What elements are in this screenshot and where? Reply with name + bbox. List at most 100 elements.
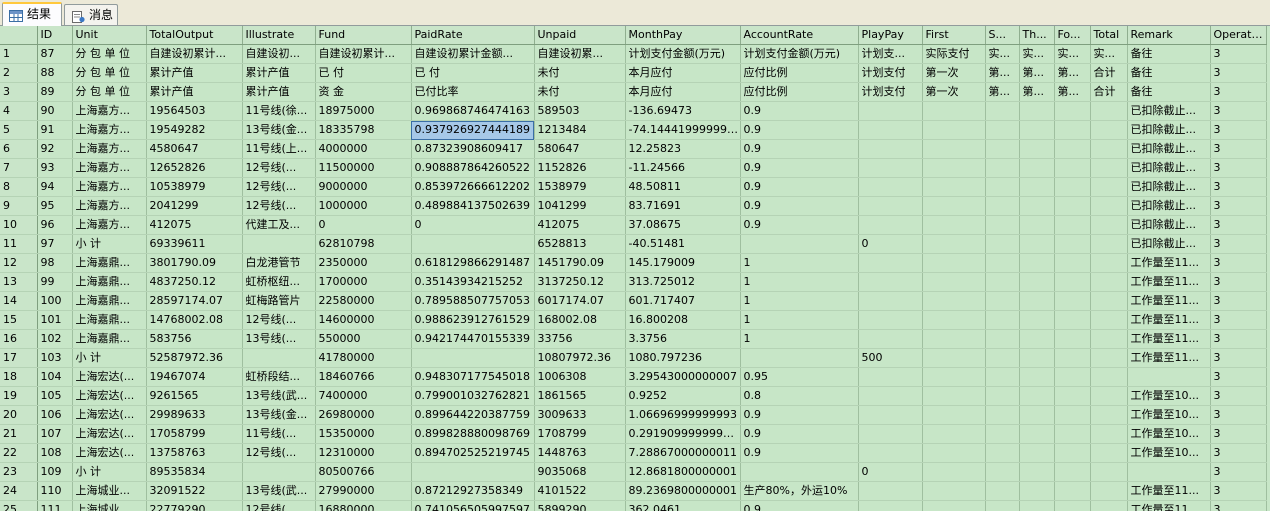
cell[interactable]: [922, 462, 986, 482]
cell[interactable]: 1451790.09: [534, 253, 626, 273]
cell[interactable]: 12号线(...: [242, 500, 316, 511]
cell[interactable]: 累计产值: [146, 63, 243, 83]
cell[interactable]: 11号线(上...: [242, 139, 316, 159]
cell[interactable]: 69339611: [146, 234, 243, 254]
cell[interactable]: 0.942174470155339: [411, 329, 535, 349]
cell[interactable]: 0: [858, 462, 923, 482]
cell[interactable]: 22779290: [146, 500, 243, 511]
cell[interactable]: 18975000: [315, 101, 412, 121]
column-header-totaloutput[interactable]: TotalOutput: [146, 26, 243, 45]
cell[interactable]: [1054, 158, 1091, 178]
cell[interactable]: 工作量至10...: [1127, 443, 1211, 463]
cell[interactable]: [922, 158, 986, 178]
cell[interactable]: 0.291909999999963: [625, 424, 741, 444]
cell[interactable]: 工作量至11...: [1127, 253, 1211, 273]
cell[interactable]: 上海嘉方...: [72, 196, 147, 216]
cell[interactable]: 111: [37, 500, 73, 511]
cell[interactable]: [1090, 196, 1128, 216]
cell[interactable]: [411, 462, 535, 482]
cell[interactable]: 上海嘉鼎...: [72, 272, 147, 292]
cell[interactable]: 实...: [1019, 44, 1055, 64]
cell[interactable]: 12号线(...: [242, 177, 316, 197]
cell[interactable]: 11号线(...: [242, 424, 316, 444]
column-header-remark[interactable]: Remark: [1127, 26, 1211, 45]
cell[interactable]: [740, 234, 859, 254]
cell[interactable]: 3: [1210, 310, 1267, 330]
cell[interactable]: 3: [1210, 82, 1267, 102]
cell[interactable]: 自建设初累...: [534, 44, 626, 64]
cell[interactable]: 1448763: [534, 443, 626, 463]
cell[interactable]: 上海嘉鼎...: [72, 291, 147, 311]
cell[interactable]: [1054, 481, 1091, 501]
cell[interactable]: 589503: [534, 101, 626, 121]
cell[interactable]: [1019, 424, 1055, 444]
cell[interactable]: 第...: [985, 63, 1020, 83]
cell[interactable]: 102: [37, 329, 73, 349]
cell[interactable]: [1019, 101, 1055, 121]
cell[interactable]: 3: [1210, 44, 1267, 64]
cell[interactable]: [1019, 272, 1055, 292]
cell[interactable]: 87: [37, 44, 73, 64]
cell[interactable]: [740, 462, 859, 482]
cell[interactable]: [1054, 253, 1091, 273]
cell[interactable]: [985, 367, 1020, 387]
cell[interactable]: [985, 215, 1020, 235]
cell[interactable]: 3: [1210, 272, 1267, 292]
cell[interactable]: 3: [1210, 196, 1267, 216]
cell[interactable]: 52587972.36: [146, 348, 243, 368]
cell[interactable]: [1019, 405, 1055, 425]
cell[interactable]: 0.9: [740, 177, 859, 197]
cell[interactable]: 18335798: [315, 120, 412, 140]
cell[interactable]: [1054, 386, 1091, 406]
cell[interactable]: 13号线(武...: [242, 481, 316, 501]
cell[interactable]: [858, 101, 923, 121]
cell[interactable]: 37.08675: [625, 215, 741, 235]
cell[interactable]: 上海嘉方...: [72, 120, 147, 140]
cell[interactable]: 实...: [985, 44, 1020, 64]
row-number[interactable]: 20: [0, 405, 38, 425]
cell[interactable]: 上海城业...: [72, 481, 147, 501]
cell[interactable]: 上海嘉方...: [72, 139, 147, 159]
column-header-fund[interactable]: Fund: [315, 26, 412, 45]
cell[interactable]: [985, 272, 1020, 292]
cell[interactable]: 19467074: [146, 367, 243, 387]
cell[interactable]: 工作量至11...: [1127, 348, 1211, 368]
cell[interactable]: 工作量至10...: [1127, 386, 1211, 406]
cell[interactable]: 0.789588507757053: [411, 291, 535, 311]
cell[interactable]: [858, 253, 923, 273]
cell[interactable]: [1019, 177, 1055, 197]
cell[interactable]: 已扣除截止...: [1127, 120, 1211, 140]
cell[interactable]: 12号线(...: [242, 310, 316, 330]
cell[interactable]: 168002.08: [534, 310, 626, 330]
cell[interactable]: [1019, 386, 1055, 406]
cell[interactable]: 0.618129866291487: [411, 253, 535, 273]
row-number[interactable]: 2: [0, 63, 38, 83]
cell[interactable]: [858, 158, 923, 178]
cell[interactable]: 101: [37, 310, 73, 330]
cell[interactable]: [1090, 424, 1128, 444]
cell[interactable]: 0.8: [740, 386, 859, 406]
cell[interactable]: 3: [1210, 158, 1267, 178]
row-number[interactable]: 15: [0, 310, 38, 330]
column-header-first[interactable]: First: [922, 26, 986, 45]
cell[interactable]: 0.894702525219745: [411, 443, 535, 463]
cell[interactable]: 13号线(金...: [242, 120, 316, 140]
cell[interactable]: [242, 462, 316, 482]
cell[interactable]: 分 包 单 位: [72, 82, 147, 102]
cell[interactable]: 3.29543000000007: [625, 367, 741, 387]
cell[interactable]: 48.50811: [625, 177, 741, 197]
cell[interactable]: [1090, 158, 1128, 178]
cell[interactable]: [985, 405, 1020, 425]
cell[interactable]: 16.800208: [625, 310, 741, 330]
cell[interactable]: [922, 101, 986, 121]
cell[interactable]: 108: [37, 443, 73, 463]
cell[interactable]: 3: [1210, 348, 1267, 368]
cell[interactable]: [242, 348, 316, 368]
cell[interactable]: 28597174.07: [146, 291, 243, 311]
cell[interactable]: [858, 405, 923, 425]
cell[interactable]: [1019, 348, 1055, 368]
cell[interactable]: 累计产值: [242, 82, 316, 102]
cell[interactable]: 3: [1210, 177, 1267, 197]
cell[interactable]: 33756: [534, 329, 626, 349]
cell[interactable]: [1127, 462, 1211, 482]
